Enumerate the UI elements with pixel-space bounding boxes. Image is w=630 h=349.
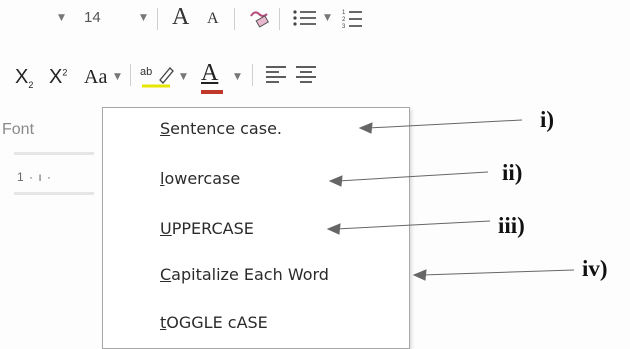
arrowhead-icon [326, 223, 341, 235]
arrow-line [337, 171, 489, 182]
annotation-marker: ii) [502, 160, 523, 185]
arrowhead-icon [358, 122, 373, 134]
annotation-arrows [326, 119, 575, 281]
arrow-line [421, 269, 575, 276]
arrow-line [367, 119, 523, 129]
arrowhead-icon [328, 175, 343, 187]
arrowhead-icon [412, 269, 427, 281]
annotation-marker: iii) [498, 213, 525, 238]
annotation-marker: i) [540, 107, 555, 132]
annotation-marker: iv) [582, 256, 608, 281]
arrow-line [335, 220, 491, 230]
